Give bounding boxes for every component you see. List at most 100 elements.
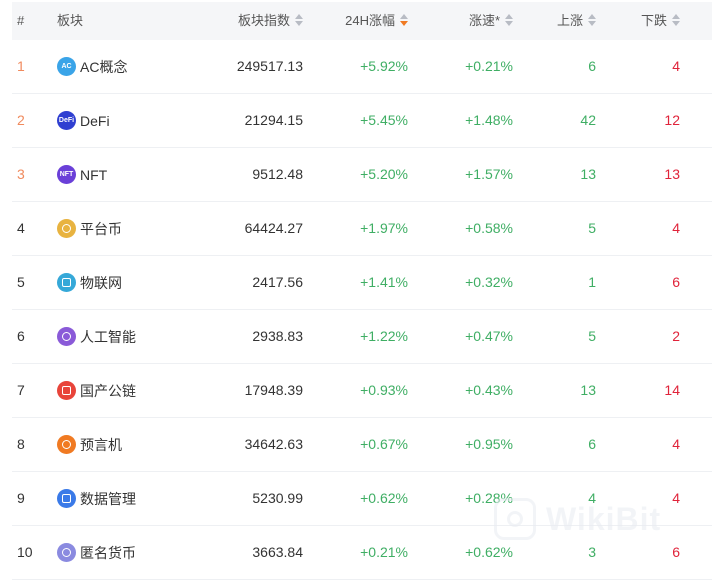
- row-rank: 3: [17, 166, 25, 182]
- watermark-text: WikiBit: [546, 500, 662, 537]
- header-index-label: 板块指数: [237, 13, 290, 28]
- sector-name-link[interactable]: 人工智能: [57, 310, 136, 363]
- sector-name-link[interactable]: AC AC概念: [57, 40, 127, 93]
- header-index-sort[interactable]: 板块指数: [238, 2, 303, 40]
- sector-index: 9512.48: [252, 166, 303, 182]
- header-sector: 板块: [57, 13, 84, 28]
- change-24h: +1.97%: [360, 220, 408, 236]
- down-count: 12: [664, 112, 680, 128]
- row-rank: 4: [17, 220, 25, 236]
- change-24h: +5.45%: [360, 112, 408, 128]
- public-chain-icon: [57, 380, 76, 400]
- table-row[interactable]: 7 国产公链 17948.39 +0.93% +0.43% 13 14: [12, 364, 712, 418]
- sector-name: 匿名货币: [80, 544, 136, 561]
- up-count: 5: [588, 328, 596, 344]
- sector-index: 21294.15: [244, 112, 303, 128]
- privacy-coin-icon: [57, 542, 76, 562]
- down-count: 4: [672, 220, 680, 236]
- table-row[interactable]: 8 预言机 34642.63 +0.67% +0.95% 6 4: [12, 418, 712, 472]
- table-row[interactable]: 3 NFT NFT 9512.48 +5.20% +1.57% 13 13: [12, 148, 712, 202]
- sector-name-link[interactable]: 匿名货币: [57, 526, 136, 579]
- header-down-sort[interactable]: 下跌: [641, 2, 680, 40]
- table-row[interactable]: 1 AC AC概念 249517.13 +5.92% +0.21% 6 4: [12, 40, 712, 94]
- table-header: # 板块 板块指数 24H涨幅 涨速* 上涨 下跌: [12, 2, 712, 40]
- change-24h: +0.62%: [360, 490, 408, 506]
- ac-icon: AC: [57, 56, 76, 76]
- row-rank: 8: [17, 436, 25, 452]
- sector-name: 平台币: [80, 220, 122, 237]
- sector-name-link[interactable]: 物联网: [57, 256, 122, 309]
- down-count: 13: [664, 166, 680, 182]
- row-rank: 1: [17, 58, 25, 74]
- sector-ranking-table: # 板块 板块指数 24H涨幅 涨速* 上涨 下跌 1 AC AC概念 249517.…: [12, 0, 712, 580]
- header-speed-sort[interactable]: 涨速*: [469, 2, 513, 40]
- sector-name-link[interactable]: 预言机: [57, 418, 122, 471]
- defi-icon: DeFi: [57, 110, 76, 130]
- header-speed-label: 涨速*: [468, 13, 500, 28]
- down-count: 4: [672, 436, 680, 452]
- watermark: WikiBit: [494, 497, 661, 541]
- header-change-24h-sort[interactable]: 24H涨幅: [345, 2, 408, 40]
- sort-desc-active-icon: [400, 14, 408, 26]
- header-up-sort[interactable]: 上涨: [557, 2, 596, 40]
- up-count: 6: [588, 58, 596, 74]
- sector-name: AC概念: [80, 58, 128, 75]
- sector-name-link[interactable]: 国产公链: [57, 364, 136, 417]
- change-24h: +5.20%: [360, 166, 408, 182]
- down-count: 6: [672, 544, 680, 560]
- row-rank: 7: [17, 382, 25, 398]
- up-count: 1: [588, 274, 596, 290]
- header-down-label: 下跌: [640, 13, 667, 28]
- change-speed: +1.48%: [465, 112, 513, 128]
- change-speed: +0.32%: [465, 274, 513, 290]
- oracle-icon: [57, 434, 76, 454]
- row-rank: 2: [17, 112, 25, 128]
- table-row[interactable]: 2 DeFi DeFi 21294.15 +5.45% +1.48% 42 12: [12, 94, 712, 148]
- iot-icon: [57, 272, 76, 292]
- change-speed: +0.95%: [465, 436, 513, 452]
- wikibit-logo-icon: [494, 498, 536, 540]
- sector-index: 249517.13: [236, 58, 303, 74]
- table-row[interactable]: 4 平台币 64424.27 +1.97% +0.58% 5 4: [12, 202, 712, 256]
- sector-index: 64424.27: [244, 220, 303, 236]
- change-24h: +5.92%: [360, 58, 408, 74]
- sort-icon: [672, 14, 680, 26]
- ai-robot-icon: [57, 326, 76, 346]
- down-count: 4: [672, 490, 680, 506]
- up-count: 6: [588, 436, 596, 452]
- down-count: 14: [664, 382, 680, 398]
- change-speed: +1.57%: [465, 166, 513, 182]
- change-speed: +0.58%: [465, 220, 513, 236]
- change-24h: +1.41%: [360, 274, 408, 290]
- platform-coin-icon: [57, 218, 76, 238]
- change-24h: +0.21%: [360, 544, 408, 560]
- sector-index: 17948.39: [244, 382, 303, 398]
- sector-name-link[interactable]: DeFi DeFi: [57, 94, 110, 147]
- header-up-label: 上涨: [556, 13, 583, 28]
- sector-name-link[interactable]: 数据管理: [57, 472, 136, 525]
- row-rank: 5: [17, 274, 25, 290]
- sector-name: DeFi: [80, 112, 110, 129]
- sector-name-link[interactable]: 平台币: [57, 202, 122, 255]
- table-row[interactable]: 5 物联网 2417.56 +1.41% +0.32% 1 6: [12, 256, 712, 310]
- sort-icon: [505, 14, 513, 26]
- up-count: 13: [580, 382, 596, 398]
- sector-name-link[interactable]: NFT NFT: [57, 148, 107, 201]
- sector-index: 3663.84: [252, 544, 303, 560]
- row-rank: 6: [17, 328, 25, 344]
- sector-index: 2417.56: [252, 274, 303, 290]
- header-change-24h-label: 24H涨幅: [345, 13, 395, 28]
- table-row[interactable]: 6 人工智能 2938.83 +1.22% +0.47% 5 2: [12, 310, 712, 364]
- row-rank: 10: [17, 544, 33, 560]
- sector-name: 预言机: [80, 436, 122, 453]
- sector-name: NFT: [80, 166, 108, 183]
- sort-icon: [588, 14, 596, 26]
- row-rank: 9: [17, 490, 25, 506]
- down-count: 4: [672, 58, 680, 74]
- header-rank: #: [17, 13, 25, 28]
- data-storage-icon: [57, 488, 76, 508]
- change-speed: +0.21%: [465, 58, 513, 74]
- sector-index: 5230.99: [252, 490, 303, 506]
- change-24h: +1.22%: [360, 328, 408, 344]
- sector-name: 数据管理: [80, 490, 136, 507]
